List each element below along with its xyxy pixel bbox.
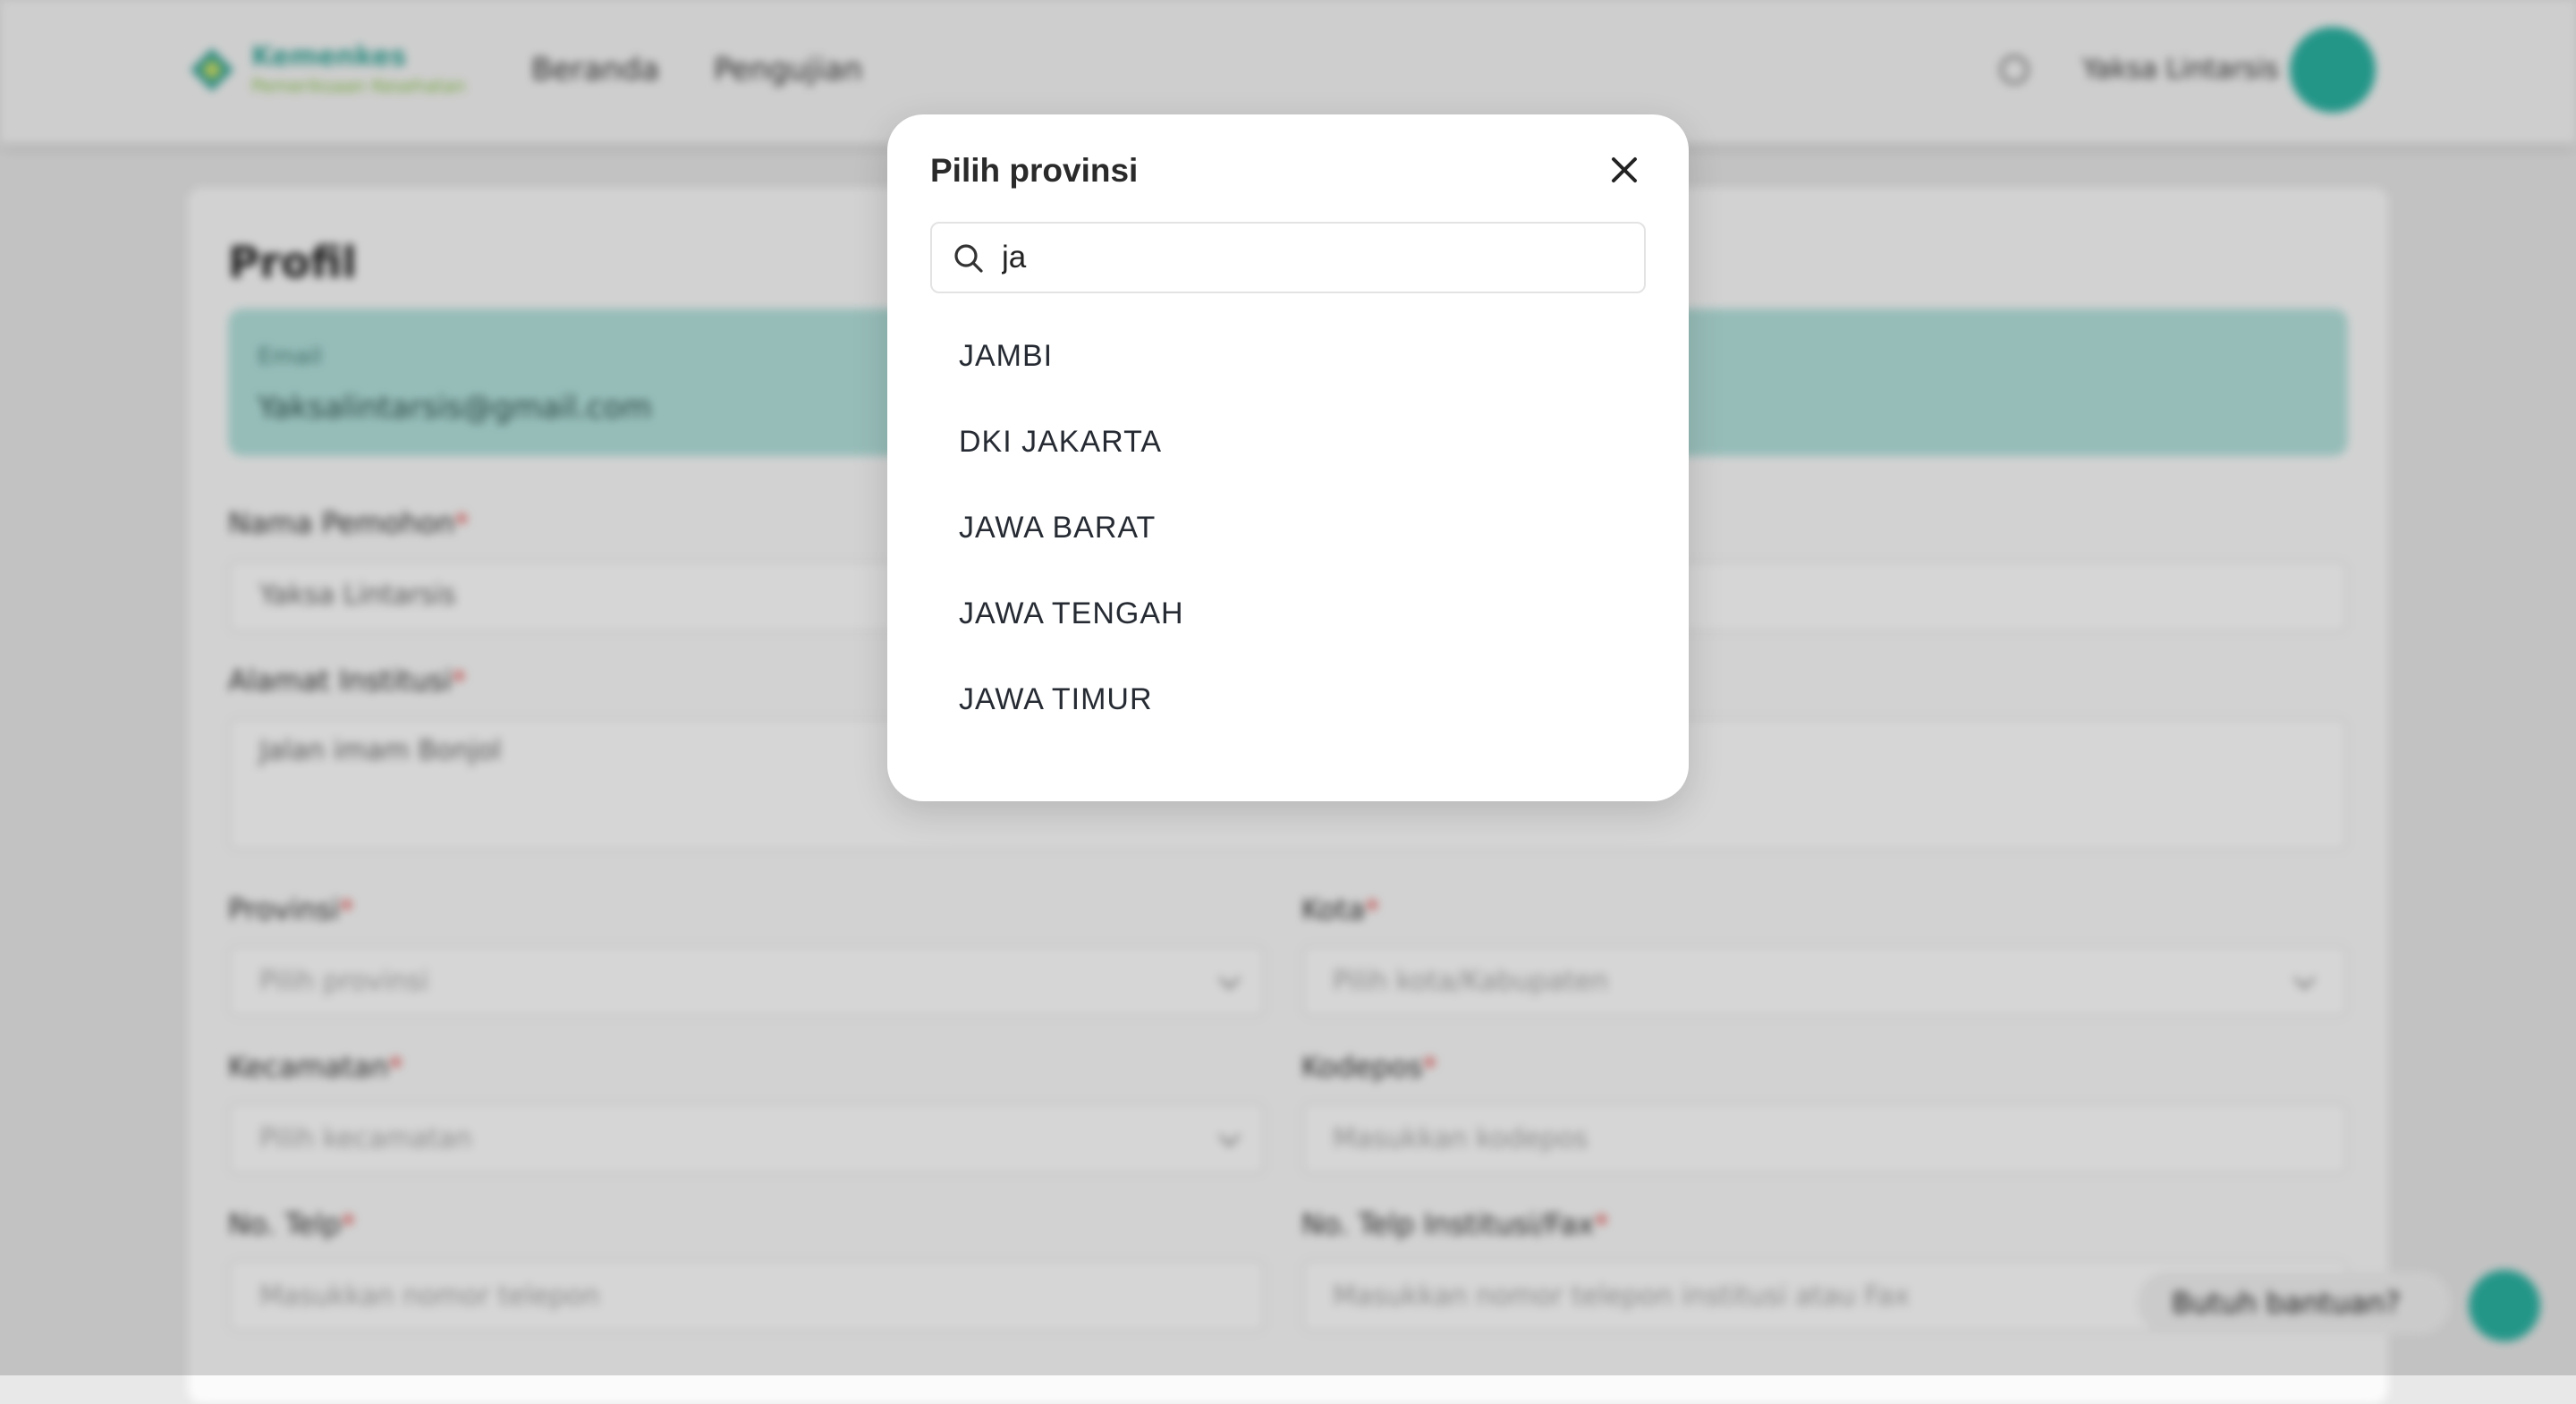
province-option-list: JAMBI DKI JAKARTA JAWA BARAT JAWA TENGAH…: [930, 313, 1646, 742]
option-jawa-tengah[interactable]: JAWA TENGAH: [930, 571, 1646, 656]
modal-title: Pilih provinsi: [930, 152, 1139, 189]
option-jawa-timur[interactable]: JAWA TIMUR: [930, 656, 1646, 742]
option-jawa-barat[interactable]: JAWA BARAT: [930, 485, 1646, 571]
search-input[interactable]: [1002, 224, 1628, 292]
option-jambi[interactable]: JAMBI: [930, 313, 1646, 399]
search-field[interactable]: [930, 222, 1646, 293]
province-picker-modal: Pilih provinsi JAMBI DKI JAKARTA JAWA BA…: [887, 114, 1689, 801]
search-icon: [954, 244, 983, 273]
option-dki-jakarta[interactable]: DKI JAKARTA: [930, 399, 1646, 485]
close-icon[interactable]: [1603, 148, 1646, 191]
